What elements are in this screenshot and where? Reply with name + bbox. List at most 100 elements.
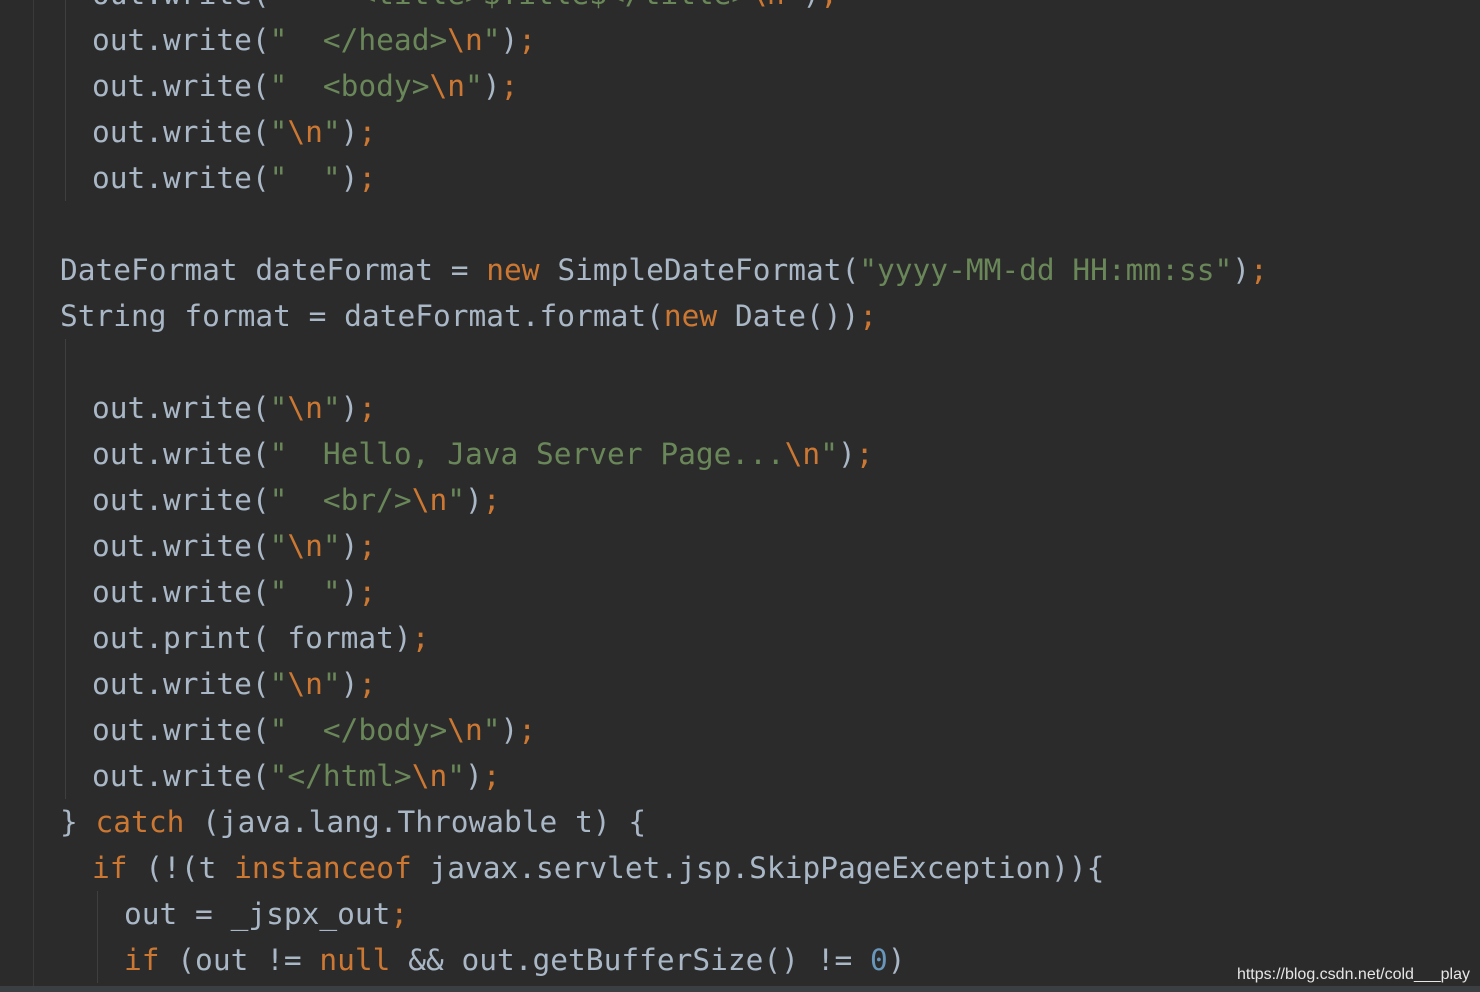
code-token: out.write(: [92, 69, 270, 103]
code-token: Date()): [717, 299, 860, 333]
code-line[interactable]: out.write("</html>\n");: [92, 753, 501, 799]
code-line[interactable]: out = _jspx_out;: [124, 891, 408, 937]
code-token: ": [269, 115, 288, 149]
code-token: (out !=: [159, 943, 320, 977]
code-token: ": [269, 391, 288, 425]
code-token: out.write(: [92, 759, 270, 793]
code-line[interactable]: } catch (java.lang.Throwable t) {: [60, 799, 646, 845]
code-token: out.write(: [92, 161, 270, 195]
code-line[interactable]: out.write(" ");: [92, 569, 376, 615]
code-token: ): [1232, 253, 1251, 287]
code-token: out.write(: [92, 115, 270, 149]
code-token: out.print( format): [92, 621, 412, 655]
code-line[interactable]: out.write(" Hello, Java Server Page...\n…: [92, 431, 874, 477]
code-token: ): [500, 23, 519, 57]
code-line[interactable]: out.write("\n");: [92, 109, 376, 155]
indent-guide: [65, 0, 66, 201]
code-token: ): [482, 69, 501, 103]
code-token: ;: [855, 437, 874, 471]
code-token: ;: [358, 391, 377, 425]
code-line[interactable]: out.print( format);: [92, 615, 429, 661]
code-token: ": [269, 667, 288, 701]
horizontal-scrollbar[interactable]: [0, 986, 1480, 992]
code-token: " ": [269, 161, 341, 195]
code-token: "</html>: [269, 759, 412, 793]
code-token: \n: [411, 483, 448, 517]
code-token: if: [124, 943, 160, 977]
code-token: " </body>: [269, 713, 448, 747]
code-token: "yyyy-MM-dd HH:mm:ss": [859, 253, 1233, 287]
code-token: " ": [269, 575, 341, 609]
code-line[interactable]: out.write(" <br/>\n");: [92, 477, 501, 523]
code-token: ;: [1250, 253, 1268, 287]
indent-guide: [97, 891, 98, 983]
code-token: out.write(: [92, 667, 270, 701]
code-line[interactable]: if (out != null && out.getBufferSize() !…: [124, 937, 906, 983]
code-token: " <title>$Title$</title>: [270, 0, 750, 11]
code-token: ;: [500, 69, 519, 103]
code-token: out.write(: [92, 0, 270, 11]
code-token: ": [482, 713, 501, 747]
code-token: ): [340, 115, 359, 149]
code-token: DateFormat dateFormat =: [60, 253, 487, 287]
code-line[interactable]: out.write(" <body>\n");: [92, 63, 518, 109]
watermark-url: https://blog.csdn.net/cold___play: [1236, 966, 1470, 983]
code-token: ;: [390, 897, 409, 931]
code-token: ": [447, 759, 465, 793]
code-token: ": [322, 115, 341, 149]
code-token: ": [465, 69, 483, 103]
code-token: (!(t: [127, 851, 235, 885]
code-token: new: [486, 253, 540, 287]
code-token: out.write(: [92, 529, 270, 563]
code-token: " </head>: [269, 23, 448, 57]
code-line[interactable]: out.write("\n");: [92, 385, 376, 431]
code-token: ": [785, 0, 803, 11]
code-token: ): [340, 529, 359, 563]
code-token: ): [887, 943, 906, 977]
code-token: \n: [411, 759, 448, 793]
code-token: \n: [287, 667, 323, 701]
code-token: ;: [518, 713, 537, 747]
code-token: \n: [784, 437, 821, 471]
code-token: ): [340, 161, 359, 195]
code-line[interactable]: out.write(" <title>$Title$</title>\n");: [92, 0, 838, 17]
code-token: ;: [820, 0, 838, 11]
code-token: ;: [482, 759, 501, 793]
code-token: if: [92, 851, 128, 885]
code-line[interactable]: out.write(" </head>\n");: [92, 17, 536, 63]
code-token: String format = dateFormat.format(: [60, 299, 664, 333]
code-token: ): [500, 713, 519, 747]
code-token: ): [340, 667, 359, 701]
code-token: out.write(: [92, 713, 270, 747]
code-token: ;: [358, 667, 377, 701]
code-line[interactable]: out.write(" </body>\n");: [92, 707, 536, 753]
code-token: ;: [859, 299, 878, 333]
code-token: ": [322, 667, 341, 701]
code-line[interactable]: DateFormat dateFormat = new SimpleDateFo…: [60, 247, 1268, 293]
code-token: out.write(: [92, 391, 270, 425]
code-token: ;: [358, 529, 377, 563]
code-token: \n: [447, 23, 483, 57]
code-token: " <br/>: [269, 483, 412, 517]
code-token: \n: [749, 0, 785, 11]
code-line[interactable]: out.write("\n");: [92, 661, 376, 707]
code-token: ): [802, 0, 820, 11]
code-token: ): [340, 575, 359, 609]
code-token: out.write(: [92, 437, 270, 471]
code-token: SimpleDateFormat(: [539, 253, 860, 287]
code-line[interactable]: if (!(t instanceof javax.servlet.jsp.Ski…: [92, 845, 1104, 891]
code-line[interactable]: String format = dateFormat.format(new Da…: [60, 293, 877, 339]
code-line[interactable]: out.write("\n");: [92, 523, 376, 569]
code-token: ": [322, 391, 341, 425]
code-line[interactable]: out.write(" ");: [92, 155, 376, 201]
code-token: \n: [287, 529, 323, 563]
code-token: ;: [411, 621, 430, 655]
code-token: ): [340, 391, 359, 425]
code-token: null: [319, 943, 391, 977]
code-editor[interactable]: out.write(" <title>$Title$</title>\n");o…: [0, 0, 1480, 992]
code-token: ;: [358, 115, 377, 149]
code-token: out = _jspx_out: [124, 897, 391, 931]
code-token: ": [322, 529, 341, 563]
code-token: 0: [869, 943, 888, 977]
code-token: ): [837, 437, 856, 471]
